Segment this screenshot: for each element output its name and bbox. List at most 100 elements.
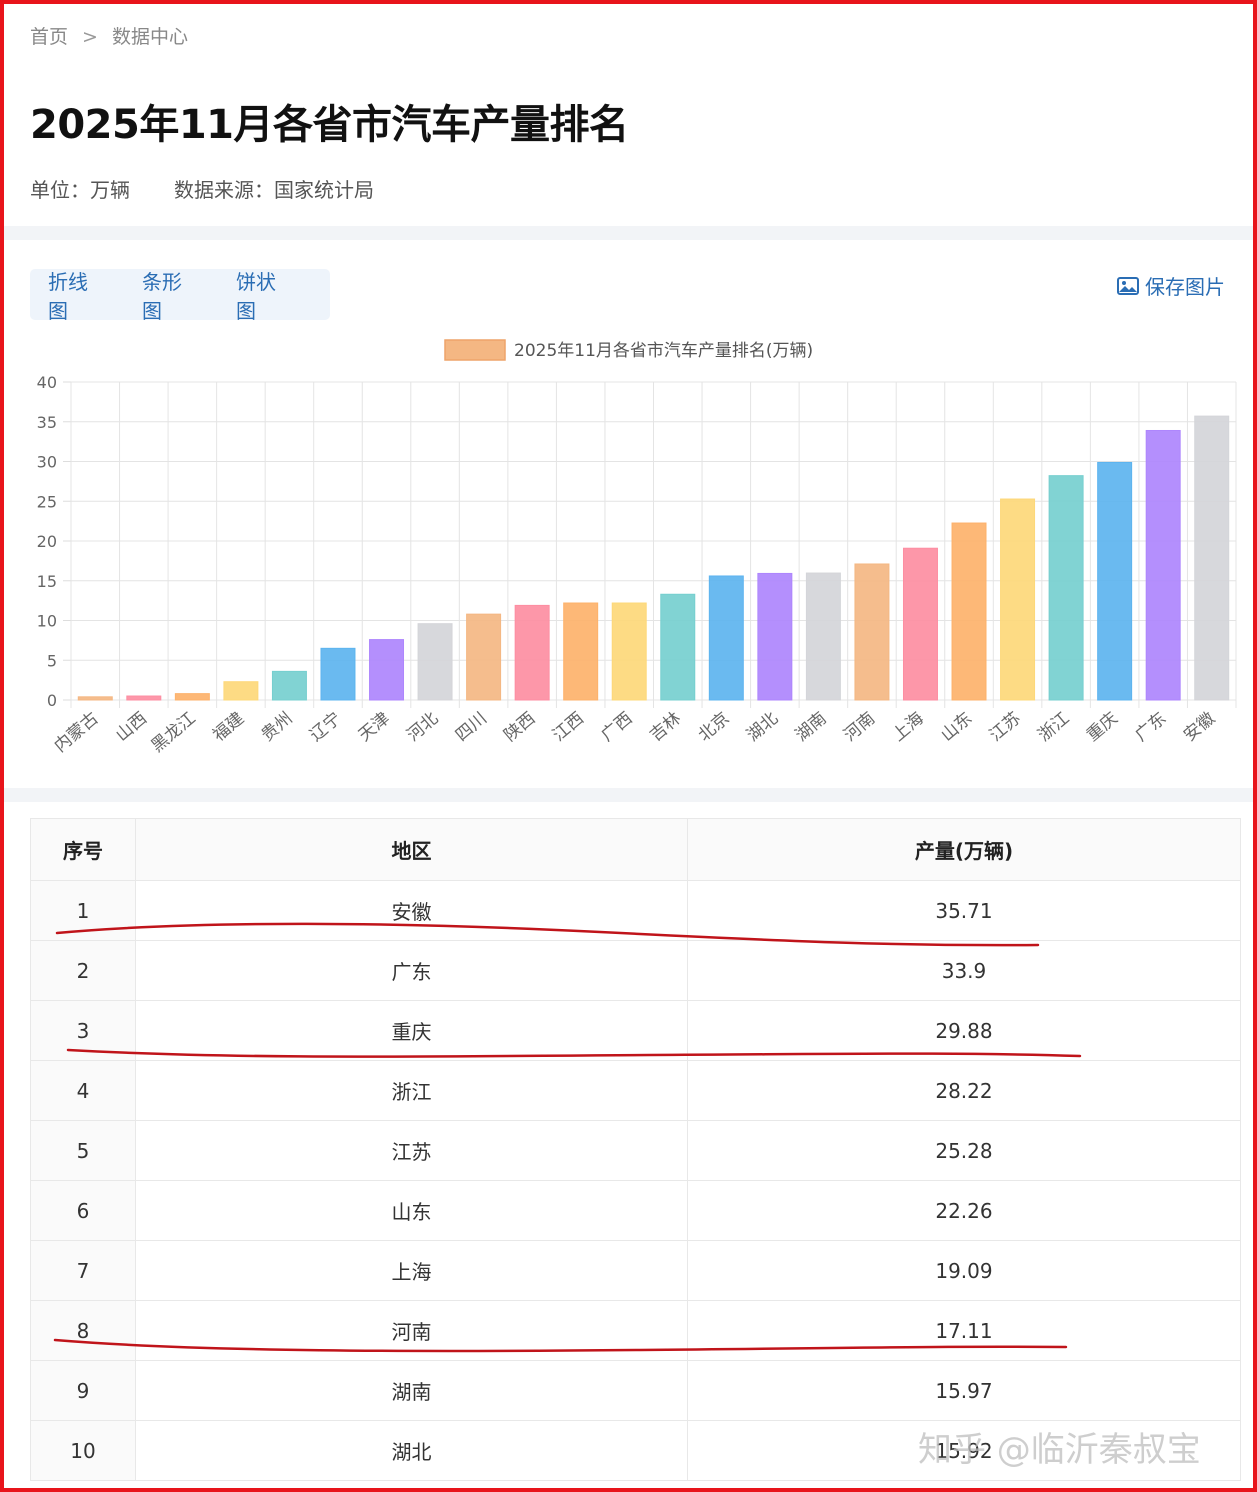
x-tick-label: 重庆: [1083, 709, 1122, 746]
bar: [369, 639, 405, 701]
cell-rank: 5: [30, 1120, 136, 1181]
bar: [902, 547, 938, 701]
y-tick-label: 0: [47, 691, 57, 710]
chart-type-tabs: 折线图 条形图 饼状图: [30, 269, 330, 323]
x-tick-label: 江苏: [986, 709, 1025, 746]
cell-region: 江苏: [135, 1120, 688, 1181]
header-output: 产量(万辆): [687, 818, 1241, 881]
unit-label: 单位：万辆: [30, 178, 130, 202]
cell-rank: 10: [30, 1420, 136, 1481]
cell-region: 湖北: [135, 1420, 688, 1481]
bar: [854, 563, 890, 701]
section-divider: [4, 788, 1253, 802]
bar: [77, 696, 113, 701]
bar: [126, 695, 162, 701]
header-rank: 序号: [30, 818, 136, 881]
image-icon: [1117, 276, 1139, 295]
x-tick-label: 安徽: [1180, 709, 1219, 746]
y-tick-label: 25: [37, 492, 57, 511]
bar: [1048, 475, 1084, 701]
y-tick-label: 40: [37, 373, 57, 392]
table-row: 9 湖南 15.97: [30, 1360, 1241, 1421]
x-tick-label: 四川: [452, 709, 491, 746]
section-divider: [4, 226, 1253, 240]
bar: [271, 670, 307, 701]
bar: [466, 613, 502, 701]
bar: [514, 604, 550, 701]
save-image-label: 保存图片: [1145, 275, 1225, 299]
legend-label: 2025年11月各省市汽车产量排名(万辆): [514, 341, 813, 361]
cell-region: 浙江: [135, 1060, 688, 1121]
table-row: 6 山东 22.26: [30, 1180, 1241, 1241]
bar-chart: 2025年11月各省市汽车产量排名(万辆) 0 5 10 15 20 25 30 35 40 内蒙古…: [37, 339, 1237, 757]
cell-rank: 3: [30, 1000, 136, 1061]
cell-output: 22.26: [687, 1180, 1241, 1241]
page-title: 2025年11月各省市汽车产量排名: [30, 102, 629, 148]
bar: [174, 693, 210, 701]
table-row: 5 江苏 25.28: [30, 1120, 1241, 1181]
cell-region: 广东: [135, 940, 688, 1001]
bar: [708, 575, 744, 701]
cell-output: 25.28: [687, 1120, 1241, 1181]
cell-rank: 9: [30, 1360, 136, 1421]
x-tick-label: 陕西: [500, 709, 539, 746]
bar: [1145, 429, 1181, 701]
cell-region: 河南: [135, 1300, 688, 1361]
x-tick-label: 内蒙古: [51, 709, 103, 757]
source-label: 数据来源：国家统计局: [174, 178, 374, 202]
x-tick-label: 北京: [695, 709, 734, 746]
cell-rank: 6: [30, 1180, 136, 1241]
bar: [417, 623, 453, 701]
cell-output: 35.71: [687, 880, 1241, 941]
bar: [1194, 415, 1230, 701]
watermark: 知乎 @临沂秦叔宝: [918, 1430, 1201, 1470]
cell-rank: 8: [30, 1300, 136, 1361]
x-tick-label: 吉林: [646, 709, 685, 746]
data-table: 序号 地区 产量(万辆) 1 安徽 35.71 2 广东 33.9 3 重庆 29.88 4 浙江 2…: [30, 818, 1241, 1481]
table-row: 7 上海 19.09: [30, 1240, 1241, 1301]
bar: [223, 681, 259, 701]
breadcrumb-home-link[interactable]: 首页: [30, 22, 68, 49]
cell-rank: 2: [30, 940, 136, 1001]
breadcrumb: 首页 > 数据中心: [30, 22, 188, 49]
cell-rank: 1: [30, 880, 136, 941]
x-tick-label: 河北: [403, 709, 442, 746]
x-tick-label: 山西: [112, 709, 151, 746]
save-image-button[interactable]: 保存图片: [1117, 271, 1225, 300]
y-tick-label: 20: [37, 532, 57, 551]
bar: [563, 602, 599, 701]
table-row: 1 安徽 35.71: [30, 880, 1241, 941]
cell-output: 33.9: [687, 940, 1241, 1001]
bar: [805, 572, 841, 701]
x-tick-label: 河南: [840, 709, 879, 746]
header-region: 地区: [135, 818, 688, 881]
tab-pie-chart[interactable]: 饼状图: [236, 266, 294, 324]
x-tick-label: 上海: [889, 709, 928, 746]
bar: [660, 593, 696, 701]
tab-bar-chart[interactable]: 条形图: [142, 266, 200, 324]
x-tick-label: 辽宁: [306, 709, 345, 746]
bar: [611, 602, 647, 701]
x-tick-label: 湖南: [792, 709, 831, 746]
x-tick-label: 山东: [937, 709, 976, 746]
legend-swatch: [444, 339, 506, 361]
x-tick-label: 广西: [598, 709, 637, 746]
cell-output: 29.88: [687, 1000, 1241, 1061]
breadcrumb-separator: >: [82, 26, 98, 48]
bar: [1097, 461, 1133, 701]
x-tick-label: 江西: [549, 709, 588, 746]
bar: [757, 572, 793, 701]
y-tick-label: 5: [47, 651, 57, 670]
cell-region: 安徽: [135, 880, 688, 941]
x-tick-label: 浙江: [1034, 709, 1073, 746]
tab-line-chart[interactable]: 折线图: [48, 266, 106, 324]
x-tick-label: 福建: [209, 709, 248, 746]
y-tick-label: 35: [37, 413, 57, 432]
table-header-row: 序号 地区 产量(万辆): [30, 818, 1241, 881]
table-row: 3 重庆 29.88: [30, 1000, 1241, 1061]
meta-info: 单位：万辆 数据来源：国家统计局: [30, 174, 374, 203]
x-tick-label: 贵州: [258, 709, 297, 746]
cell-output: 19.09: [687, 1240, 1241, 1301]
y-tick-label: 30: [37, 453, 57, 472]
breadcrumb-current[interactable]: 数据中心: [112, 22, 188, 49]
